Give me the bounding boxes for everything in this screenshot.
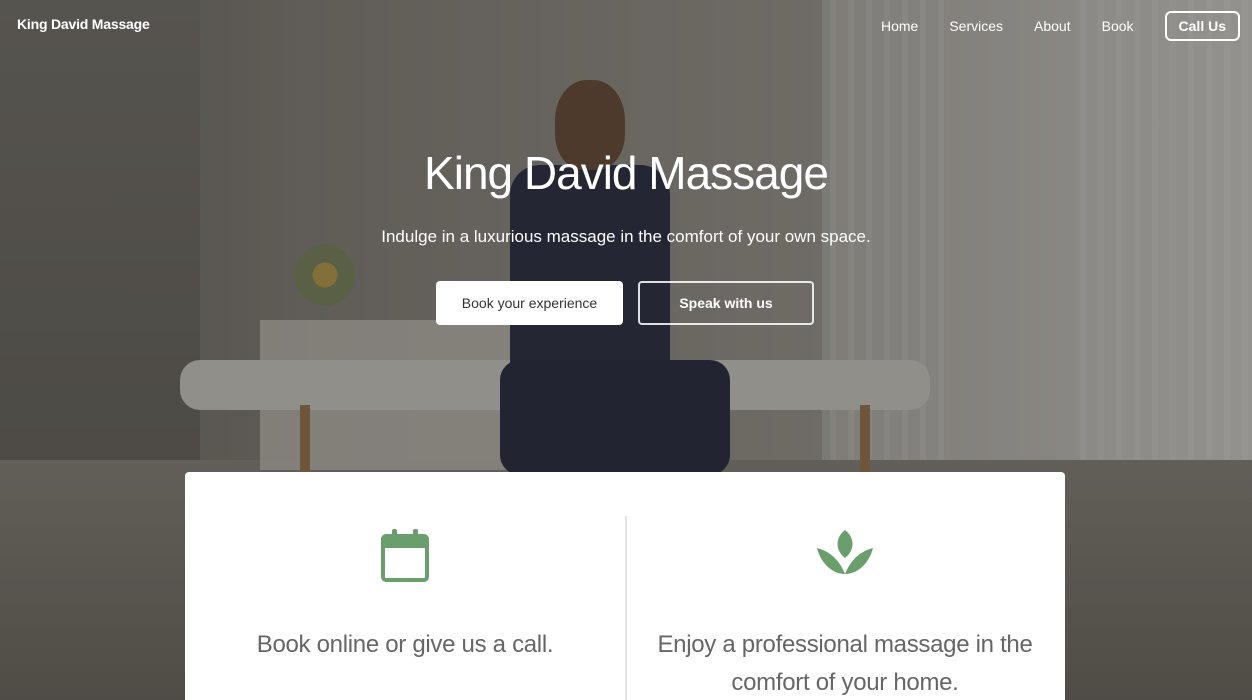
hero-subtitle: Indulge in a luxurious massage in the co… [381, 227, 871, 246]
nav-link-services[interactable]: Services [949, 18, 1003, 34]
lotus-icon [815, 528, 875, 581]
main-nav: Home Services About Book Call Us [881, 11, 1240, 41]
nav-link-about[interactable]: About [1034, 18, 1071, 34]
book-experience-button[interactable]: Book your experience [436, 281, 623, 325]
hero-title: King David Massage [424, 147, 829, 199]
hero-section: King David Massage Home Services About B… [0, 0, 1252, 700]
nav-link-home[interactable]: Home [881, 18, 918, 34]
feature-text: Enjoy a professional massage in the comf… [657, 631, 1033, 696]
speak-with-us-button[interactable]: Speak with us [638, 281, 814, 325]
calendar-icon [381, 528, 429, 587]
call-us-button[interactable]: Call Us [1164, 11, 1240, 41]
brand-logo-text[interactable]: King David Massage [17, 16, 150, 32]
nav-link-book[interactable]: Book [1102, 18, 1134, 34]
card-divider [625, 516, 627, 700]
features-card: Book online or give us a call. Enjoy a p… [185, 472, 1065, 700]
feature-text: Book online or give us a call. [256, 631, 554, 658]
